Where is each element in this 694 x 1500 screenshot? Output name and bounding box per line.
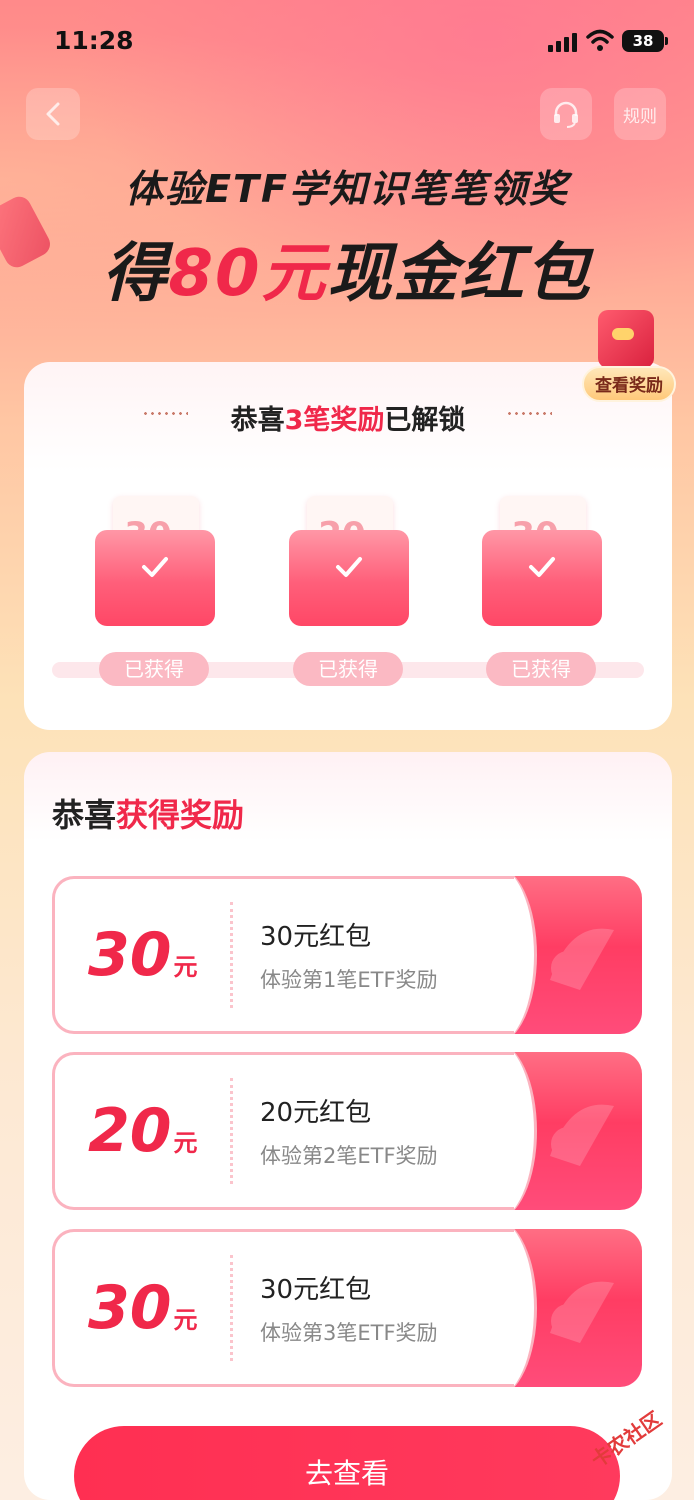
coupon-name: 30元红包 (260, 922, 372, 952)
divider-dots-right (506, 412, 552, 415)
obtained-badge: 已获得 (293, 652, 403, 686)
coupon-divider (230, 1078, 233, 1184)
rewards-card: 恭喜获得奖励 30元 30元红包 体验第1笔ETF奖励 20元 20元红包 体验… (24, 752, 672, 1500)
brand-logo-icon (550, 1281, 614, 1343)
coupon-amount: 30元 (88, 920, 198, 990)
back-button[interactable] (26, 88, 80, 140)
header-title: 体验ETF学知识笔笔领奖 (125, 167, 569, 211)
unlock-title-prefix: 恭喜 (230, 405, 285, 436)
coupon-amount-unit: 元 (173, 953, 198, 981)
unlock-title: 恭喜3笔奖励已解锁 (24, 398, 672, 437)
coupon-amount-value: 30 (88, 920, 172, 990)
rewards-title-prefix: 恭喜 (52, 796, 117, 834)
coupon-stub (514, 876, 642, 1034)
coupon-description: 体验第1笔ETF奖励 (260, 968, 438, 992)
reward-coupon[interactable]: 30元 30元红包 体验第1笔ETF奖励 (52, 876, 642, 1034)
coupon-name: 30元红包 (260, 1275, 372, 1305)
coupon-amount-unit: 元 (173, 1129, 198, 1157)
coupon-amount: 30元 (88, 1273, 198, 1343)
rewards-title-highlight: 获得奖励 (116, 796, 245, 834)
coupon-name: 20元红包 (260, 1098, 372, 1128)
obtained-badge: 已获得 (99, 652, 209, 686)
unlock-title-highlight: 3笔奖励 (284, 405, 385, 436)
rewards-title: 恭喜获得奖励 (52, 790, 244, 836)
coupon-stub (514, 1052, 642, 1210)
battery-icon: 38 (622, 30, 668, 52)
reward-coupon[interactable]: 20元 20元红包 体验第2笔ETF奖励 (52, 1052, 642, 1210)
coupon-amount-value: 20 (88, 1096, 172, 1166)
headline-prefix: 得 (102, 237, 169, 311)
reward-coupon[interactable]: 30元 30元红包 体验第3笔ETF奖励 (52, 1229, 642, 1387)
go-view-button[interactable]: 去查看 (74, 1426, 620, 1500)
headline-suffix: 现金红包 (327, 237, 592, 311)
coupon-description: 体验第2笔ETF奖励 (260, 1144, 438, 1168)
checkmark-icon (142, 557, 168, 577)
unlocked-reward-item: 30元 已获得 (95, 496, 215, 696)
status-bar: 11:28 38 (0, 0, 694, 80)
brand-logo-icon (550, 1104, 614, 1166)
rules-button[interactable]: 规则 (614, 88, 666, 140)
status-time: 11:28 (54, 26, 134, 55)
unlocked-reward-item: 30元 已获得 (482, 496, 602, 696)
coupon-description: 体验第3笔ETF奖励 (260, 1321, 438, 1345)
brand-logo-icon (550, 928, 614, 990)
coupon-amount-value: 30 (88, 1273, 172, 1343)
coupon-divider (230, 902, 233, 1008)
coupon-amount: 20元 (88, 1096, 198, 1166)
customer-service-button[interactable] (540, 88, 592, 140)
unlocked-reward-item: 20元 已获得 (289, 496, 409, 696)
chevron-left-icon (46, 102, 60, 126)
header-headline: 得80元现金红包 (0, 222, 694, 314)
headline-amount: 80元 (168, 237, 328, 311)
gift-icon (598, 310, 654, 368)
coupon-amount-unit: 元 (173, 1306, 198, 1334)
headset-icon (554, 101, 578, 128)
coupon-divider (230, 1255, 233, 1361)
unlock-card: 恭喜3笔奖励已解锁 30元 已获得 20元 已获得 30元 已获得 (24, 362, 672, 730)
wifi-icon (586, 29, 614, 51)
coupon-stub (514, 1229, 642, 1387)
checkmark-icon (529, 557, 555, 577)
view-reward-label: 查看奖励 (582, 366, 676, 402)
obtained-badge: 已获得 (486, 652, 596, 686)
unlock-title-suffix: 已解锁 (384, 405, 466, 436)
cellular-signal-icon (548, 32, 578, 52)
checkmark-icon (336, 557, 362, 577)
view-reward-button[interactable]: 查看奖励 (582, 310, 676, 402)
